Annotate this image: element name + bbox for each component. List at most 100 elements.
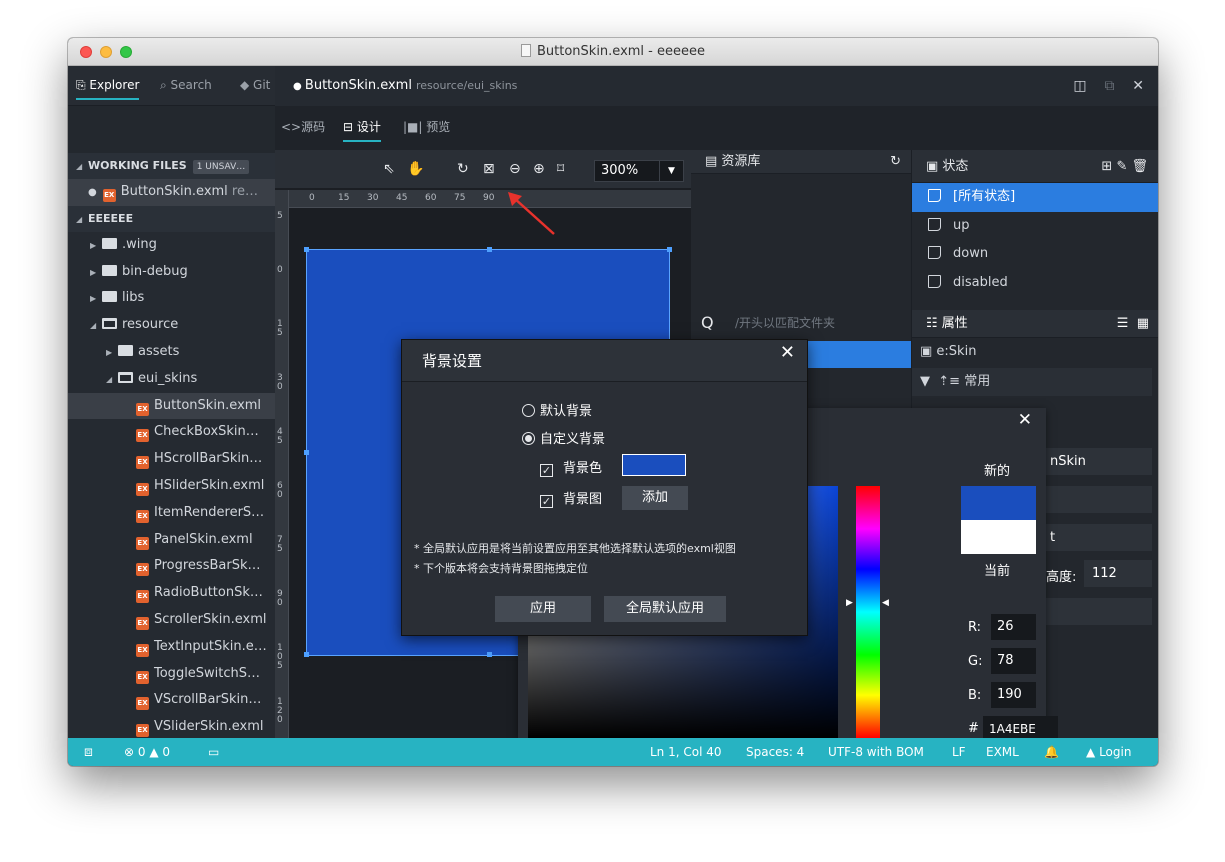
bg-color-swatch[interactable]	[622, 454, 686, 476]
chevron-right-icon: ▶	[90, 240, 97, 250]
tree-file-item[interactable]: EX ItemRendererS…	[68, 500, 275, 527]
zoom-out-icon[interactable]: ⊖	[509, 161, 521, 177]
edit-icon[interactable]: ✎	[1116, 159, 1127, 174]
select-tool-icon[interactable]: ⇖	[383, 161, 395, 177]
indentation[interactable]: Spaces: 4	[746, 738, 804, 766]
blue-input[interactable]: 190	[991, 682, 1036, 708]
grid-view-icon[interactable]: ▦	[1137, 316, 1149, 331]
close-icon[interactable]: ✕	[1018, 410, 1032, 430]
close-window-button[interactable]	[80, 46, 92, 58]
property-field-partial[interactable]: t	[1042, 524, 1152, 551]
tree-file-item[interactable]: EX VScrollBarSkin…	[68, 687, 275, 714]
project-icon[interactable]: ⧈	[84, 738, 93, 766]
code-icon: <>	[281, 120, 302, 134]
radio-default-background[interactable]: 默认背景	[522, 400, 592, 419]
tree-folder-item[interactable]: ◢ eui_skins	[68, 366, 275, 393]
current-color-swatch[interactable]	[961, 520, 1036, 554]
bell-icon[interactable]: 🔔	[1044, 738, 1059, 766]
tree-folder-item[interactable]: ▶ assets	[68, 339, 275, 366]
tree-file-item[interactable]: EX ScrollerSkin.exml	[68, 607, 275, 634]
apply-button[interactable]: 应用	[495, 596, 591, 622]
state-item[interactable]: down	[912, 240, 1158, 269]
tab-preview[interactable]: |■| 预览	[403, 118, 450, 135]
tree-folder-item[interactable]: ▶ libs	[68, 285, 275, 312]
delete-icon[interactable]: 🗑	[1131, 159, 1148, 174]
folder-icon	[102, 291, 117, 303]
line-ending[interactable]: LF	[952, 738, 966, 766]
language-mode[interactable]: EXML	[986, 738, 1019, 766]
resource-selected-row[interactable]	[803, 341, 911, 368]
tab-explorer[interactable]: ⎘ Explorer	[76, 78, 140, 100]
tree-file-item[interactable]: EX VSliderSkin.exml	[68, 714, 275, 741]
tab-source[interactable]: <>源码	[281, 118, 325, 135]
editor-tab-buttonskin[interactable]: ● ButtonSkin.exml resource/eui_skins	[293, 78, 517, 93]
close-icon[interactable]: ✕	[780, 340, 795, 366]
tree-file-item[interactable]: EX CheckBoxSkin…	[68, 419, 275, 446]
cursor-position[interactable]: Ln 1, Col 40	[650, 738, 722, 766]
split-editor-icon[interactable]: ◫	[1073, 78, 1086, 94]
state-item[interactable]: up	[912, 212, 1158, 241]
state-item[interactable]: [所有状态]	[912, 183, 1158, 212]
close-editor-icon[interactable]: ✕	[1132, 78, 1144, 94]
output-icon[interactable]: ▭	[208, 738, 219, 766]
open-preview-icon[interactable]: ⧉	[1104, 78, 1114, 94]
horizontal-ruler: 0 15 30 45 60 75 90	[289, 190, 691, 208]
zoom-in-icon[interactable]: ⊕	[533, 161, 545, 177]
working-files-header[interactable]: ◢ WORKING FILES 1 UNSAV…	[68, 153, 275, 179]
minimize-window-button[interactable]	[100, 46, 112, 58]
working-file-item[interactable]: ● EX ButtonSkin.exml re…	[68, 179, 275, 206]
checkbox-bg-color[interactable]: ✓ 背景色	[540, 457, 602, 477]
refresh-icon[interactable]: ↻	[457, 161, 469, 177]
tree-file-item[interactable]: EX RadioButtonSk…	[68, 580, 275, 607]
tree-folder-item[interactable]: ▶ .wing	[68, 232, 275, 259]
background-settings-icon[interactable]: ⊠	[483, 161, 495, 177]
class-name-field[interactable]: nSkin	[1042, 448, 1152, 475]
resize-handle[interactable]	[304, 450, 309, 455]
hue-slider[interactable]	[856, 486, 880, 738]
refresh-icon[interactable]: ↻	[890, 150, 901, 174]
tree-file-item[interactable]: EX HScrollBarSkin…	[68, 446, 275, 473]
tree-file-item[interactable]: EX PanelSkin.exml	[68, 527, 275, 554]
resize-handle[interactable]	[667, 247, 672, 252]
hand-tool-icon[interactable]: ✋	[407, 161, 424, 177]
resize-handle[interactable]	[304, 652, 309, 657]
add-state-icon[interactable]: ⊞	[1101, 159, 1112, 174]
exml-file-icon: EX	[136, 697, 149, 711]
add-image-button[interactable]: 添加	[622, 486, 688, 510]
resize-handle[interactable]	[304, 247, 309, 252]
warning-icon: ▲	[1086, 745, 1096, 759]
height-field[interactable]: 112	[1084, 560, 1152, 587]
red-input[interactable]: 26	[991, 614, 1036, 640]
zoom-select[interactable]: 300% ▼	[594, 160, 684, 182]
encoding[interactable]: UTF-8 with BOM	[828, 738, 924, 766]
tree-folder-item[interactable]: ▶ bin-debug	[68, 259, 275, 286]
resource-search[interactable]: Q/开头以匹配文件夹	[691, 308, 911, 338]
state-item[interactable]: disabled	[912, 269, 1158, 298]
tree-file-item[interactable]: EX TextInputSkin.e…	[68, 634, 275, 661]
checkbox-bg-image[interactable]: ✓ 背景图	[540, 488, 602, 508]
resize-handle[interactable]	[487, 652, 492, 657]
exml-file-icon: EX	[136, 429, 149, 443]
project-header[interactable]: ◢ EEEEEE	[68, 205, 275, 232]
tree-file-item[interactable]: EX ButtonSkin.exml	[68, 392, 275, 420]
login-button[interactable]: ▲ Login	[1086, 738, 1131, 766]
tab-design[interactable]: ⊟ 设计	[343, 118, 381, 142]
problems-indicator[interactable]: ⊗ 0 ▲ 0	[124, 738, 170, 766]
fit-screen-icon[interactable]: ⌑	[557, 161, 564, 177]
tree-folder-item[interactable]: ◢ resource	[68, 312, 275, 339]
property-field[interactable]	[1042, 486, 1152, 513]
tree-file-item[interactable]: EX ToggleSwitchS…	[68, 661, 275, 688]
radio-custom-background[interactable]: 自定义背景	[522, 428, 605, 447]
resize-handle[interactable]	[487, 247, 492, 252]
global-apply-button[interactable]: 全局默认应用	[604, 596, 726, 622]
tab-git[interactable]: ◆ Git	[240, 78, 270, 92]
tree-file-item[interactable]: EX HSliderSkin.exml	[68, 473, 275, 500]
green-input[interactable]: 78	[991, 648, 1036, 674]
property-group-common[interactable]: ▼ ⇡≡ 常用	[912, 368, 1152, 396]
list-view-icon[interactable]: ☰	[1117, 316, 1129, 331]
tree-file-item[interactable]: EX ProgressBarSk…	[68, 553, 275, 580]
property-field[interactable]	[1042, 598, 1152, 625]
resource-search-input[interactable]: /开头以匹配文件夹	[735, 308, 835, 338]
tab-search[interactable]: ⌕ Search	[160, 78, 212, 93]
zoom-window-button[interactable]	[120, 46, 132, 58]
